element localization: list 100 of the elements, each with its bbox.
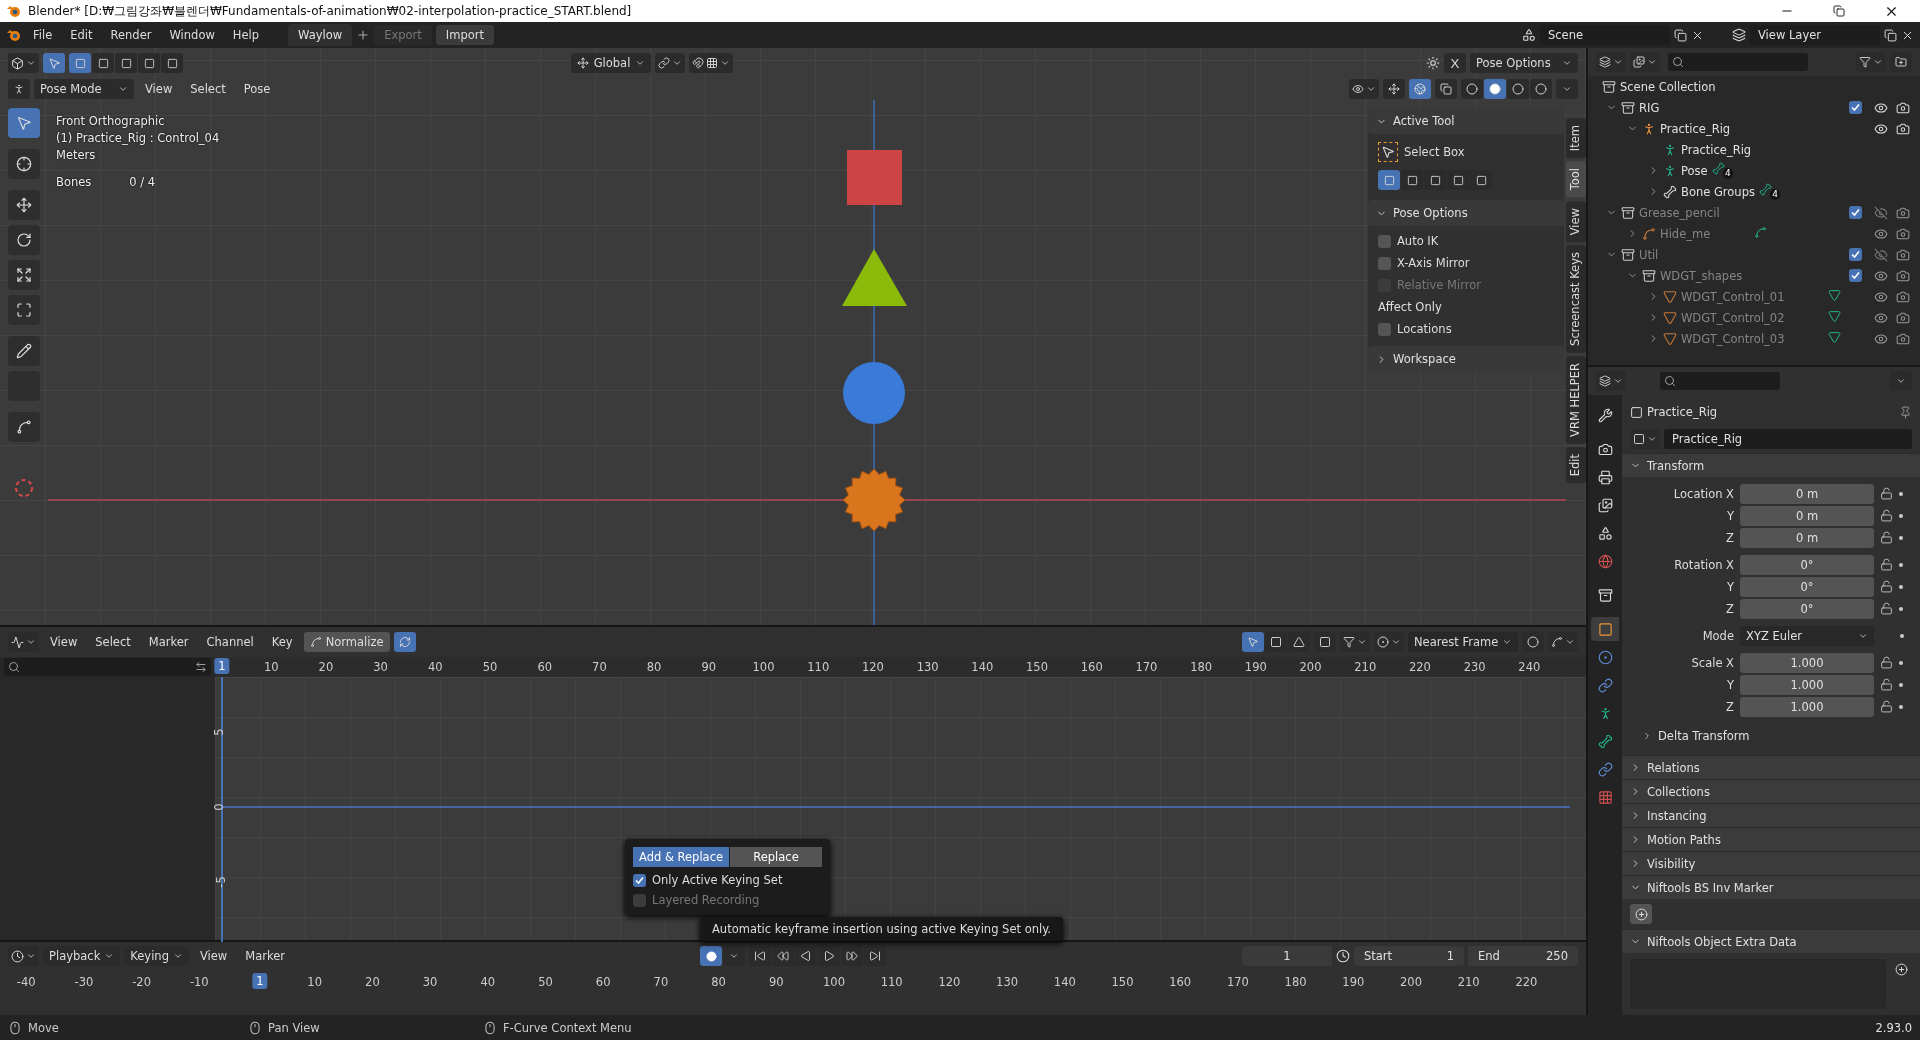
- field-label: Rotation X: [1673, 557, 1734, 572]
- panel-title[interactable]: Workspace: [1393, 352, 1456, 366]
- menu-item[interactable]: Help: [225, 26, 267, 44]
- stat-label: Bones: [56, 175, 92, 189]
- outliner-item[interactable]: WDGT_shapes: [1660, 268, 1743, 283]
- sidebar-tab[interactable]: View: [1566, 200, 1586, 242]
- frame-tick: 30: [373, 660, 388, 674]
- panel-title[interactable]: Relations: [1647, 760, 1700, 775]
- panel-title[interactable]: Active Tool: [1393, 114, 1455, 128]
- menu-item[interactable]: Marker: [141, 633, 196, 651]
- menu-item[interactable]: Marker: [238, 947, 292, 965]
- outliner-item[interactable]: Bone Groups: [1681, 184, 1755, 199]
- current-frame-field[interactable]: 1: [1242, 946, 1332, 966]
- number-field[interactable]: 0°: [1740, 598, 1874, 619]
- playhead-frame[interactable]: 1: [214, 658, 230, 674]
- menu-item[interactable]: Channel: [199, 633, 261, 651]
- outliner-item[interactable]: WDGT_Control_03: [1681, 331, 1785, 346]
- field-label: Y: [1725, 508, 1734, 523]
- frame-tick: 30: [422, 975, 438, 989]
- subpanel-title[interactable]: Delta Transform: [1658, 729, 1750, 743]
- outliner-item[interactable]: RIG: [1639, 100, 1660, 115]
- mode-dropdown[interactable]: Pose Mode: [34, 79, 134, 99]
- menu-item[interactable]: Key: [264, 633, 300, 651]
- outliner-item[interactable]: WDGT_Control_02: [1681, 310, 1785, 325]
- panel-title[interactable]: Motion Paths: [1647, 832, 1721, 847]
- number-field[interactable]: 0°: [1740, 554, 1874, 575]
- checkbox-label[interactable]: Locations: [1397, 322, 1452, 336]
- outliner-item[interactable]: Hide_me: [1660, 226, 1711, 241]
- start-frame-field[interactable]: Start 1: [1354, 946, 1464, 966]
- mirror-x-button[interactable]: X: [1444, 53, 1466, 73]
- sidebar-tab[interactable]: Item: [1566, 118, 1586, 159]
- frame-tick: 230: [1463, 660, 1486, 674]
- sidebar-tab[interactable]: Screencast Keys: [1566, 244, 1586, 353]
- window-title: Blender* [D:₩그림강좌₩블렌더₩Fundamentals-of-animation₩02-interpolation-practice_START.blend]: [28, 2, 632, 20]
- frame-tick: 20: [318, 660, 334, 674]
- frame-tick: 60: [595, 975, 611, 989]
- workspace-tab[interactable]: Waylow: [288, 24, 353, 46]
- sidebar-tab[interactable]: Edit: [1566, 446, 1586, 483]
- panel-title[interactable]: Collections: [1647, 784, 1710, 799]
- name-field[interactable]: Practice_Rig: [1664, 429, 1912, 449]
- outliner-item[interactable]: Practice_Rig: [1660, 121, 1731, 136]
- outliner-item[interactable]: Scene Collection: [1620, 79, 1716, 94]
- frame-tick: 180: [1284, 975, 1307, 989]
- frame-tick: 200: [1400, 975, 1422, 989]
- number-field[interactable]: 0 m: [1740, 505, 1874, 526]
- orientation-dropdown[interactable]: Global: [571, 53, 651, 73]
- outliner-item[interactable]: Util: [1639, 247, 1659, 262]
- mode-tab[interactable]: Replace: [730, 847, 822, 867]
- checkbox-label[interactable]: Only Active Keying Set: [652, 873, 783, 887]
- frame-tick: 90: [769, 975, 784, 989]
- toolbar-button[interactable]: Import: [435, 25, 494, 45]
- outliner-item[interactable]: Pose: [1681, 163, 1708, 178]
- number-field[interactable]: 0 m: [1740, 483, 1874, 504]
- mode-dropdown[interactable]: XYZ Euler: [1740, 625, 1874, 646]
- sidebar-tab[interactable]: VRM HELPER: [1566, 355, 1586, 444]
- menu-item[interactable]: View: [138, 80, 180, 98]
- playhead-frame[interactable]: 1: [252, 973, 268, 989]
- menu-item[interactable]: Select: [88, 633, 138, 651]
- view-layer-field[interactable]: View Layer: [1750, 25, 1880, 45]
- menu-dropdown[interactable]: Keying: [124, 946, 189, 966]
- menu-item[interactable]: View: [192, 947, 235, 965]
- number-field[interactable]: 1.000: [1740, 674, 1874, 695]
- menu-item[interactable]: Edit: [63, 26, 100, 44]
- frame-tick: 160: [1080, 660, 1103, 674]
- value-tick: 0: [211, 803, 226, 811]
- number-field[interactable]: 0 m: [1740, 527, 1874, 548]
- mode-tab[interactable]: Add & Replace: [633, 847, 730, 867]
- outliner-item[interactable]: Grease_pencil: [1639, 205, 1720, 220]
- number-field[interactable]: 1.000: [1740, 652, 1874, 673]
- checkbox-label[interactable]: X-Axis Mirror: [1397, 256, 1470, 270]
- frame-tick: 190: [1244, 660, 1267, 674]
- frame-tick: 110: [880, 975, 903, 989]
- panel-title[interactable]: Transform: [1647, 458, 1705, 473]
- menu-item[interactable]: Select: [183, 80, 233, 98]
- field-label: Z: [1725, 601, 1734, 616]
- outliner-item[interactable]: WDGT_Control_01: [1681, 289, 1785, 304]
- menu-dropdown[interactable]: Playback: [43, 946, 121, 966]
- panel-title[interactable]: Instancing: [1647, 808, 1707, 823]
- menu-item[interactable]: Pose: [236, 80, 278, 98]
- field-label: Z: [1725, 699, 1734, 714]
- normalize-toggle[interactable]: Normalize: [303, 632, 390, 652]
- menu-item[interactable]: Window: [162, 26, 222, 44]
- menu-item[interactable]: View: [43, 633, 85, 651]
- tool-name: Select Box: [1404, 145, 1465, 159]
- panel-title[interactable]: Visibility: [1647, 856, 1696, 871]
- end-frame-field[interactable]: End 250: [1468, 946, 1578, 966]
- pose-options-dropdown[interactable]: Pose Options: [1470, 53, 1578, 73]
- menu-item[interactable]: File: [26, 26, 60, 44]
- sidebar-tab[interactable]: Tool: [1566, 161, 1586, 198]
- checkbox-label[interactable]: Auto IK: [1397, 234, 1439, 248]
- snap-dropdown[interactable]: Nearest Frame: [1408, 632, 1518, 652]
- frame-tick: 60: [537, 660, 553, 674]
- menu-item[interactable]: Render: [103, 26, 159, 44]
- frame-tick: 80: [711, 975, 726, 989]
- outliner-item[interactable]: Practice_Rig: [1681, 142, 1752, 157]
- scene-field[interactable]: Scene: [1540, 25, 1670, 45]
- number-field[interactable]: 0°: [1740, 576, 1874, 597]
- number-field[interactable]: 1.000: [1740, 696, 1874, 717]
- frame-tick: 40: [480, 975, 496, 989]
- frame-tick: 70: [653, 975, 669, 989]
